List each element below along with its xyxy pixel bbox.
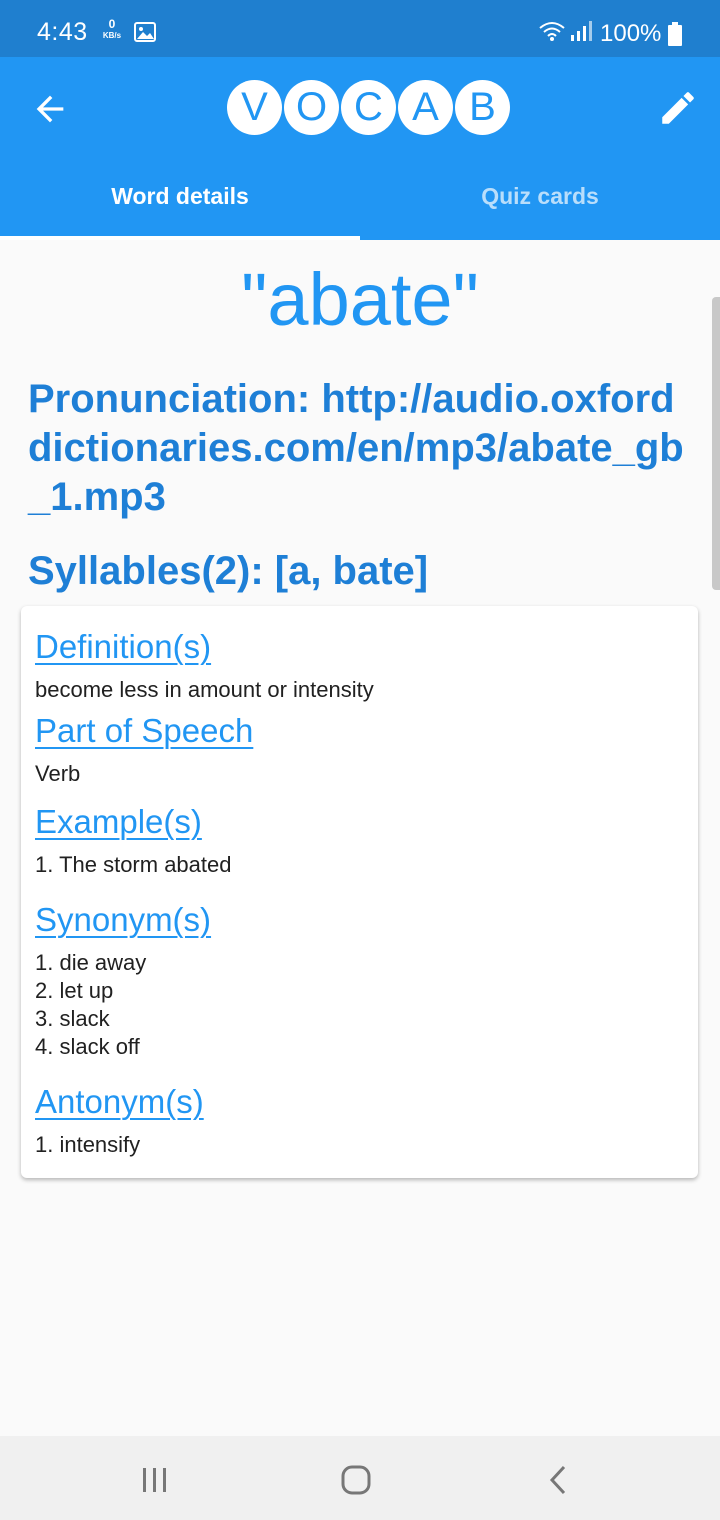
list-item: 1. intensify bbox=[35, 1132, 141, 1157]
status-bar: 4:43 0 KB/s 100% bbox=[0, 0, 720, 57]
synonyms-heading: Synonym(s) bbox=[35, 901, 212, 938]
status-time: 4:43 bbox=[37, 18, 88, 46]
battery-level: 100% bbox=[600, 20, 662, 47]
system-nav-bar bbox=[0, 1436, 720, 1520]
synonyms-list: 1. die away 2. let up 3. slack 4. slack … bbox=[35, 949, 146, 1061]
syllables-text: Syllables(2): [a, bate] bbox=[28, 549, 429, 593]
image-icon bbox=[134, 22, 156, 47]
tab-indicator bbox=[0, 236, 360, 240]
arrow-back-icon bbox=[36, 95, 64, 123]
word-title: "abate" bbox=[241, 258, 479, 341]
list-item: 1. die away bbox=[35, 950, 147, 975]
vocab-logo: V O C A B bbox=[227, 80, 510, 135]
home-icon bbox=[341, 1465, 371, 1495]
logo-letter: C bbox=[341, 80, 396, 135]
network-speed-value: 0 bbox=[108, 17, 116, 31]
antonyms-heading: Antonym(s) bbox=[35, 1083, 204, 1120]
network-speed-unit: KB/s bbox=[102, 31, 122, 40]
pronunciation-link[interactable]: Pronunciation: http://audio.oxforddictio… bbox=[28, 375, 698, 522]
logo-letter: V bbox=[227, 80, 282, 135]
list-item: 4. slack off bbox=[35, 1034, 140, 1059]
logo-letter: B bbox=[455, 80, 510, 135]
definition-heading: Definition(s) bbox=[35, 628, 212, 665]
list-item: 1. The storm abated bbox=[35, 852, 232, 877]
examples-list: 1. The storm abated bbox=[35, 851, 232, 879]
logo-letter: A bbox=[398, 80, 453, 135]
details-card: Definition(s) become less in amount or i… bbox=[21, 606, 698, 1178]
tab-bar: Word details Quiz cards bbox=[0, 167, 720, 240]
recents-icon bbox=[143, 1468, 166, 1492]
home-button[interactable] bbox=[340, 1464, 372, 1501]
part-of-speech-text: Verb bbox=[35, 761, 81, 786]
signal-icon bbox=[570, 20, 592, 47]
part-of-speech-heading: Part of Speech bbox=[35, 712, 254, 749]
recents-button[interactable] bbox=[139, 1466, 171, 1499]
logo-letter: O bbox=[284, 80, 339, 135]
back-button[interactable] bbox=[30, 89, 70, 129]
list-item: 3. slack bbox=[35, 1006, 110, 1031]
back-icon bbox=[549, 1465, 566, 1495]
wifi-icon bbox=[538, 20, 566, 47]
examples-heading: Example(s) bbox=[35, 803, 202, 840]
tab-word-details[interactable]: Word details bbox=[0, 167, 360, 240]
list-item: 2. let up bbox=[35, 978, 114, 1003]
edit-button[interactable] bbox=[657, 87, 699, 129]
pencil-icon bbox=[662, 92, 694, 124]
antonyms-list: 1. intensify bbox=[35, 1131, 140, 1159]
battery-icon bbox=[667, 22, 683, 51]
app-bar: V O C A B Word details Quiz cards bbox=[0, 57, 720, 240]
network-speed: 0 KB/s bbox=[98, 17, 126, 41]
definition-text: become less in amount or intensity bbox=[35, 677, 374, 702]
tab-quiz-cards[interactable]: Quiz cards bbox=[360, 167, 720, 240]
nav-back-button[interactable] bbox=[546, 1464, 570, 1501]
